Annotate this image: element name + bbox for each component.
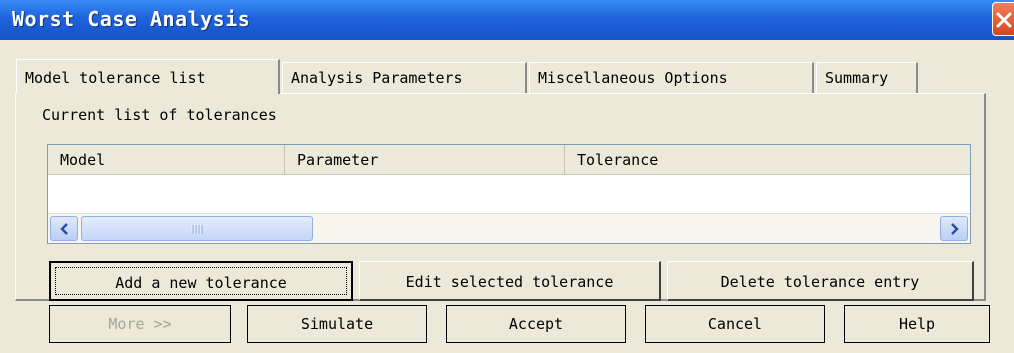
simulate-button[interactable]: Simulate: [247, 305, 427, 343]
tab-model-tolerance-list[interactable]: Model tolerance list: [16, 59, 280, 94]
help-button[interactable]: Help: [844, 305, 990, 343]
help-label: Help: [898, 315, 936, 333]
tab-label: Summary: [825, 69, 889, 87]
delete-tolerance-label: Delete tolerance entry: [720, 273, 920, 291]
tab-summary[interactable]: Summary: [816, 62, 918, 94]
delete-tolerance-button[interactable]: Delete tolerance entry: [667, 261, 974, 301]
edit-tolerance-label: Edit selected tolerance: [405, 273, 614, 291]
list-label: Current list of tolerances: [42, 106, 277, 124]
tab-label: Model tolerance list: [25, 69, 206, 87]
tab-miscellaneous-options[interactable]: Miscellaneous Options: [529, 62, 814, 94]
scroll-left-button[interactable]: [50, 216, 78, 241]
list-body[interactable]: [48, 175, 970, 213]
tab-label: Miscellaneous Options: [538, 69, 728, 87]
accept-button[interactable]: Accept: [446, 305, 626, 343]
tab-label: Analysis Parameters: [291, 69, 463, 87]
cancel-button[interactable]: Cancel: [645, 305, 825, 343]
edit-tolerance-button[interactable]: Edit selected tolerance: [359, 261, 661, 301]
scroll-right-button[interactable]: [940, 216, 968, 241]
accept-label: Accept: [508, 315, 564, 333]
tolerance-list[interactable]: Model Parameter Tolerance: [47, 144, 971, 244]
more-label: More >>: [108, 315, 172, 333]
tab-analysis-parameters[interactable]: Analysis Parameters: [282, 62, 527, 94]
more-button[interactable]: More >>: [49, 305, 231, 343]
grip-icon: [191, 225, 203, 234]
scroll-left-icon: [60, 223, 68, 235]
close-button[interactable]: [992, 2, 1014, 36]
scroll-right-icon: [951, 223, 959, 235]
horizontal-scrollbar[interactable]: [48, 213, 970, 243]
column-header-model[interactable]: Model: [48, 145, 285, 175]
column-header-parameter[interactable]: Parameter: [285, 145, 565, 175]
window-title: Worst Case Analysis: [12, 7, 251, 31]
list-header: Model Parameter Tolerance: [48, 145, 970, 175]
cancel-label: Cancel: [707, 315, 763, 333]
close-icon: [996, 12, 1012, 28]
add-tolerance-label: Add a new tolerance: [115, 274, 287, 292]
column-header-tolerance[interactable]: Tolerance: [565, 145, 970, 175]
scroll-thumb[interactable]: [81, 216, 313, 241]
add-tolerance-button[interactable]: Add a new tolerance: [49, 261, 353, 301]
simulate-label: Simulate: [300, 315, 374, 333]
title-bar[interactable]: Worst Case Analysis: [0, 0, 1014, 40]
